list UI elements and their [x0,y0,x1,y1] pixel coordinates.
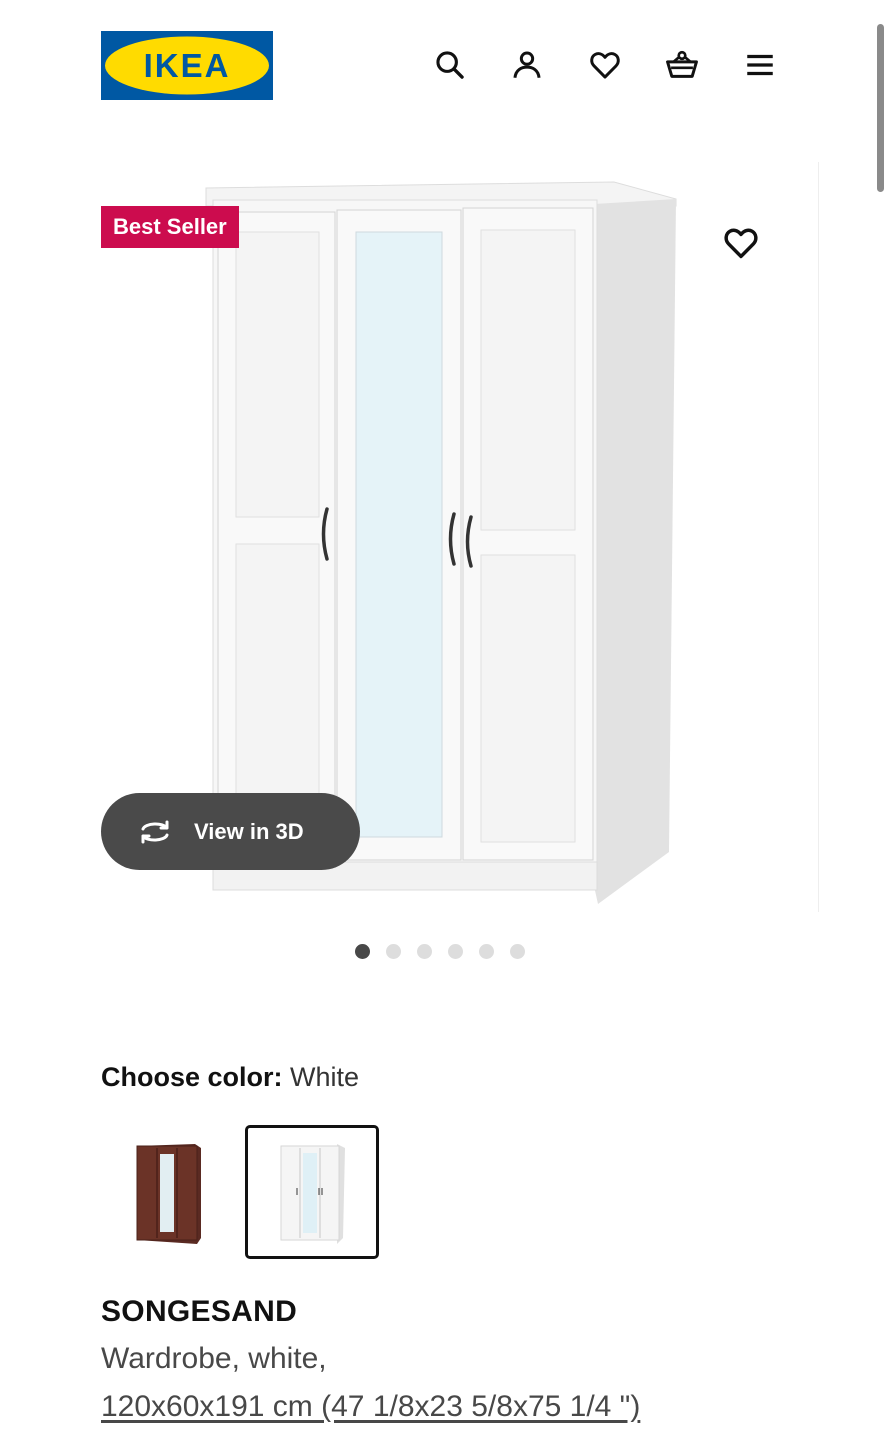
basket-icon[interactable] [662,45,702,85]
ikea-logo-icon: IKEA [101,31,273,100]
brown-wardrobe-thumbnail [136,1144,201,1244]
pagination-dot[interactable] [386,944,401,959]
white-wardrobe-thumbnail [280,1144,345,1244]
account-icon[interactable] [507,45,547,85]
heart-icon[interactable] [585,45,625,85]
add-to-favourites-button[interactable] [718,220,764,266]
gallery-divider [818,162,819,912]
ikea-logo[interactable]: IKEA [101,31,273,100]
best-seller-badge: Best Seller [101,206,239,248]
color-option-white[interactable] [245,1125,379,1259]
choose-color-label: Choose color: [101,1062,283,1092]
menu-icon[interactable] [740,45,780,85]
heart-icon [724,228,758,259]
view-in-3d-label: View in 3D [194,818,304,844]
image-pagination [355,944,525,959]
search-icon[interactable] [430,45,470,85]
view-in-3d-button[interactable]: View in 3D [101,793,360,870]
product-description: Wardrobe, white, [101,1342,327,1375]
choose-color-heading: Choose color: White [101,1062,359,1093]
pagination-dot[interactable] [417,944,432,959]
svg-text:IKEA: IKEA [144,47,231,84]
color-option-brown[interactable] [101,1125,235,1259]
pagination-dot[interactable] [448,944,463,959]
rotate-3d-icon [141,820,169,843]
product-name: SONGESAND [101,1295,298,1328]
pagination-dot[interactable] [510,944,525,959]
pagination-dot[interactable] [355,944,370,959]
selected-color-value: White [290,1062,360,1092]
product-size-link[interactable]: 120x60x191 cm (47 1/8x23 5/8x75 1/4 ") [101,1390,640,1424]
scrollbar-thumb[interactable] [877,24,884,192]
pagination-dot[interactable] [479,944,494,959]
